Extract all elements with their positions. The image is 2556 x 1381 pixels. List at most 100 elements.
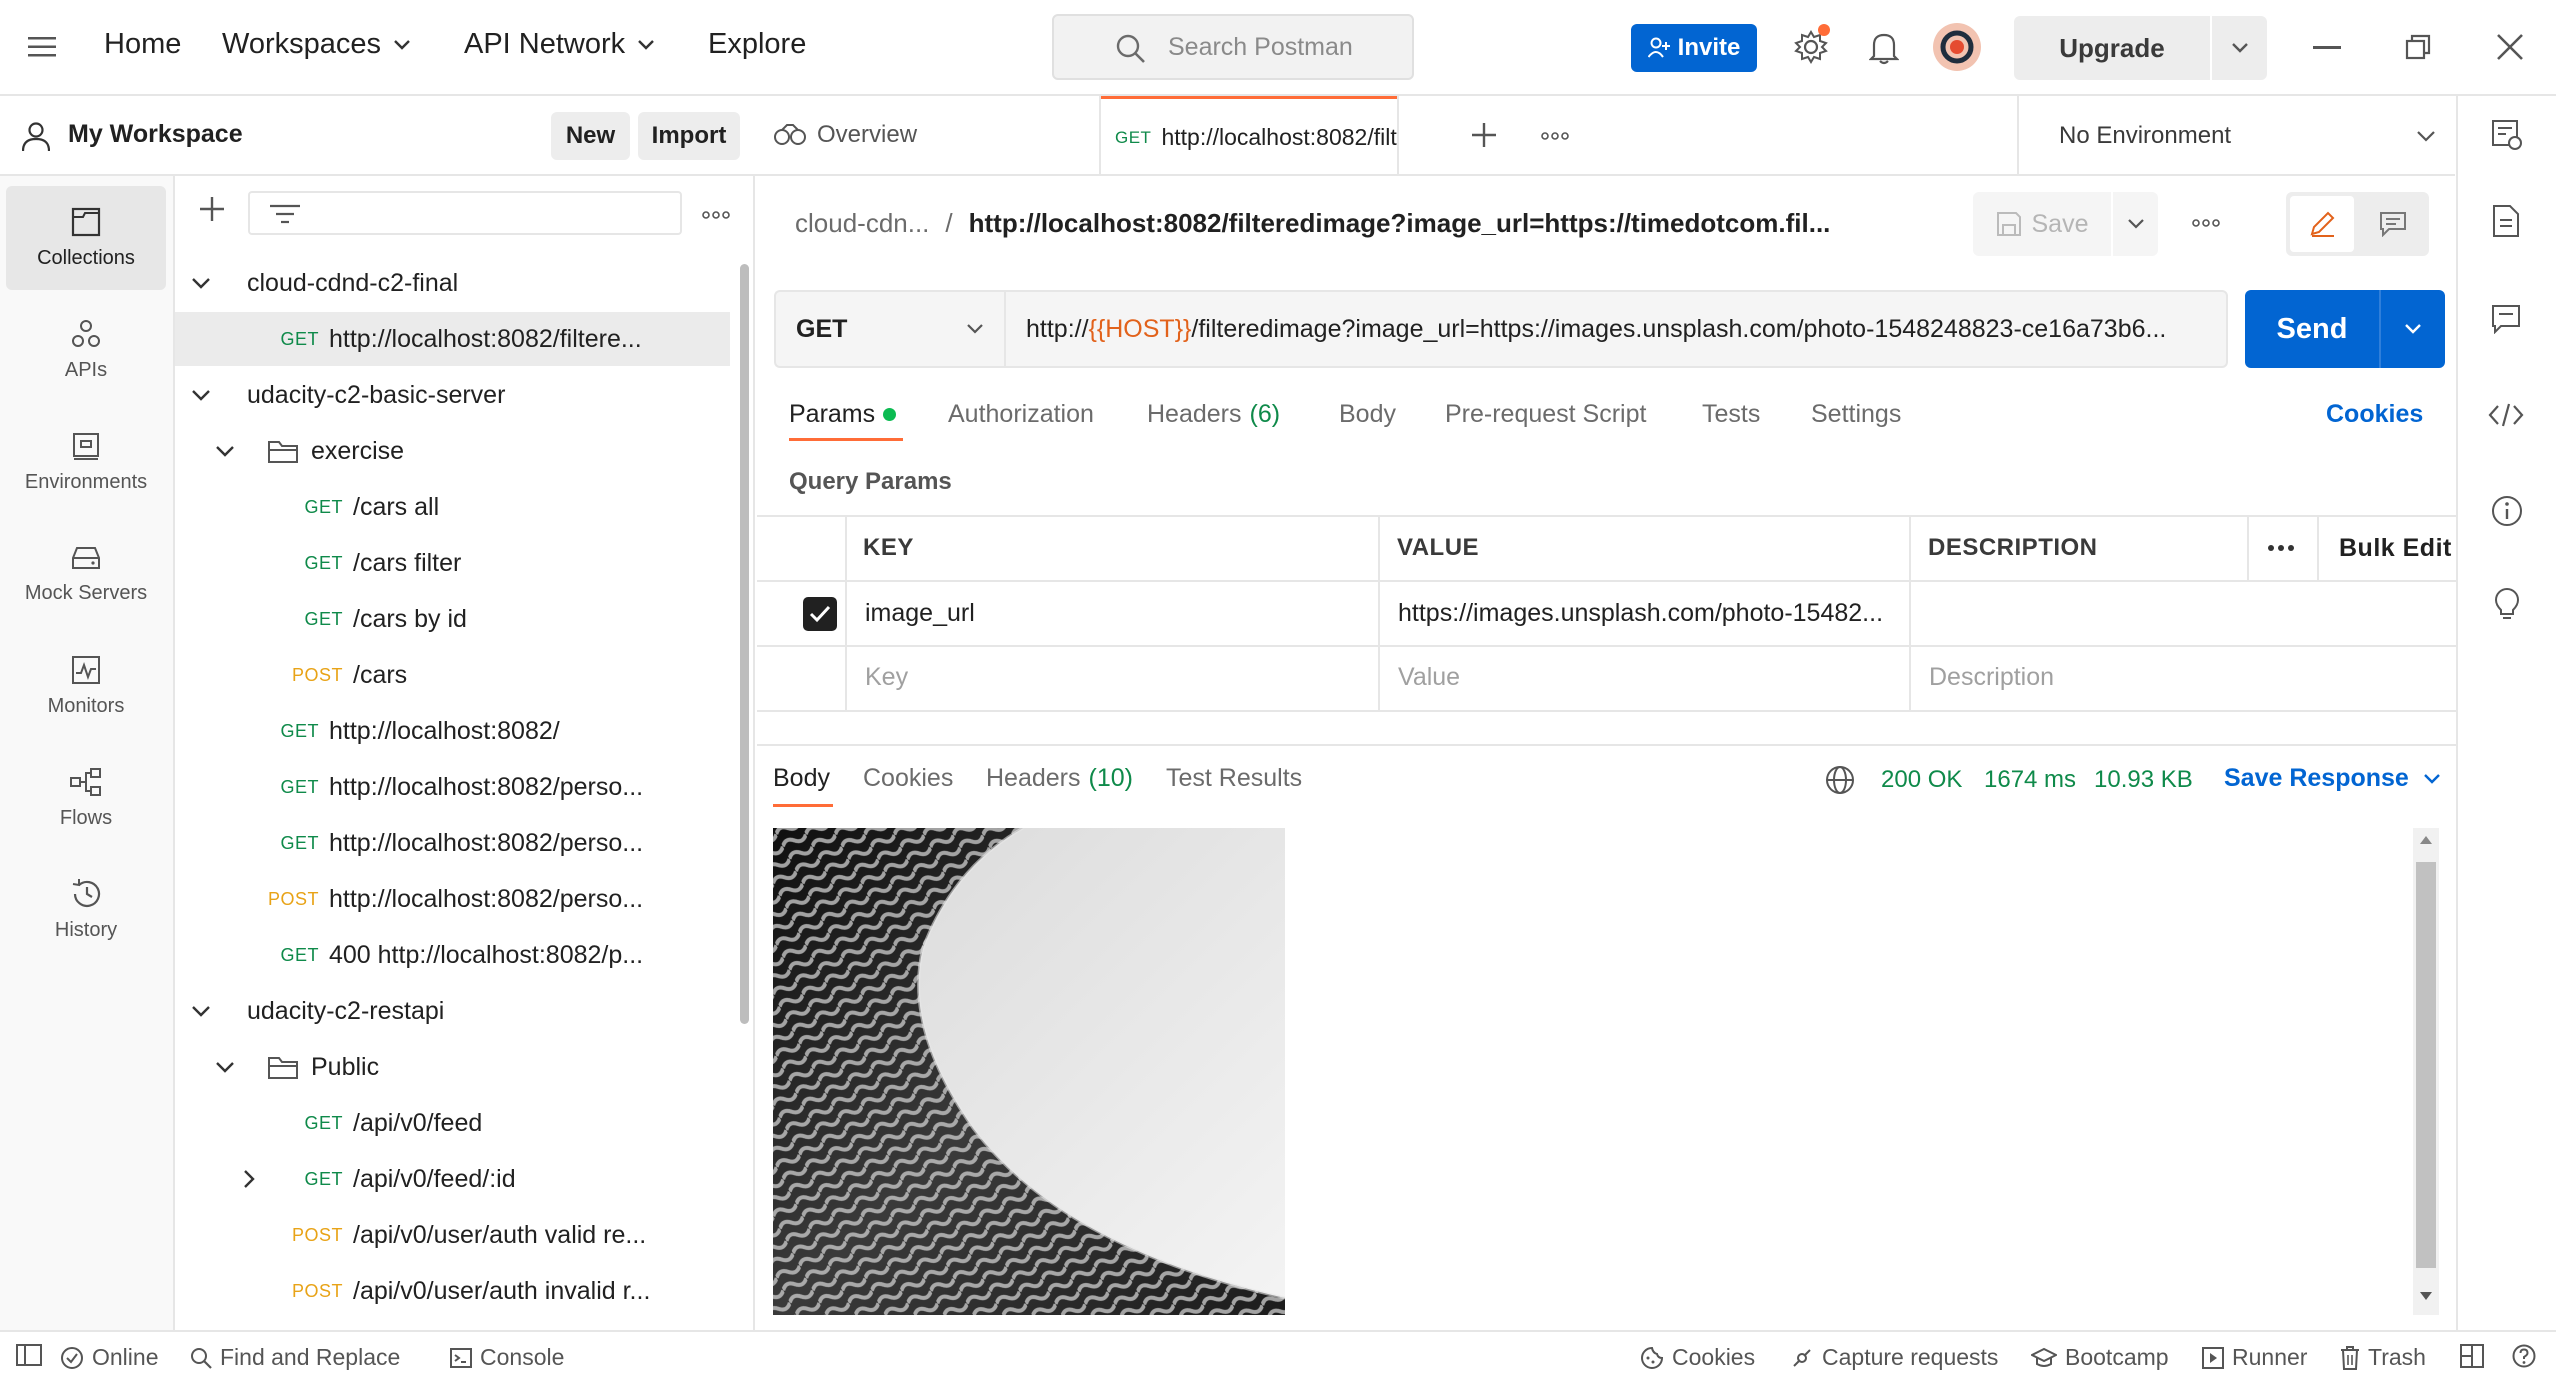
request-item[interactable]: GET /cars filter	[175, 536, 730, 590]
response-time[interactable]: 1674 ms	[1984, 766, 2076, 794]
chevron-down-icon[interactable]	[2212, 16, 2267, 80]
tab-pre-request-script[interactable]: Pre-request Script	[1445, 400, 1646, 429]
param-value-cell[interactable]: https://images.unsplash.com/photo-15482.…	[1398, 599, 1898, 628]
tab-overview[interactable]: Overview	[773, 96, 917, 174]
restore-window-icon[interactable]	[2405, 34, 2431, 60]
request-item[interactable]: GET http://localhost:8082/	[175, 704, 730, 758]
environment-quick-look-icon[interactable]	[2490, 118, 2524, 152]
lightbulb-icon[interactable]	[2494, 588, 2520, 622]
rail-mock-servers[interactable]: Mock Servers	[6, 522, 166, 626]
new-param-value-input[interactable]: Value	[1398, 663, 1460, 692]
request-title[interactable]: http://localhost:8082/filteredimage?imag…	[969, 208, 1831, 239]
nav-explore[interactable]: Explore	[708, 28, 806, 61]
breadcrumb-collection[interactable]: cloud-cdn...	[795, 208, 929, 239]
rail-history[interactable]: History	[6, 858, 166, 962]
search-input[interactable]: Search Postman	[1052, 14, 1414, 80]
more-options-icon[interactable]	[702, 211, 730, 219]
tab-options-icon[interactable]	[1541, 132, 1569, 140]
method-select[interactable]: GET	[774, 290, 1004, 368]
two-pane-view-icon[interactable]	[2460, 1344, 2484, 1368]
folder-item[interactable]: Public	[175, 1040, 730, 1094]
avatar[interactable]	[1932, 22, 1982, 72]
request-options-icon[interactable]	[2192, 219, 2220, 227]
new-button[interactable]: New	[551, 112, 630, 160]
tab-params[interactable]: Params	[789, 400, 897, 429]
comment-view-icon[interactable]	[2362, 196, 2424, 252]
response-tab-test-results[interactable]: Test Results	[1166, 764, 1302, 793]
sidebar-scrollbar[interactable]	[740, 264, 749, 1024]
save-button[interactable]: Save	[1973, 192, 2158, 256]
param-key-cell[interactable]: image_url	[865, 599, 1365, 628]
invite-button[interactable]: Invite	[1631, 24, 1757, 72]
online-status[interactable]: Online	[60, 1344, 158, 1371]
tab-headers[interactable]: Headers (6)	[1147, 400, 1280, 429]
rail-flows[interactable]: Flows	[6, 746, 166, 850]
tab-authorization[interactable]: Authorization	[948, 400, 1094, 429]
column-options-icon[interactable]	[2267, 544, 2295, 552]
notifications-bell-icon[interactable]	[1869, 31, 1899, 65]
response-status[interactable]: 200 OK	[1881, 766, 1962, 794]
documentation-icon[interactable]	[2492, 204, 2520, 238]
request-item[interactable]: GET /api/v0/feed/:id	[175, 1152, 730, 1206]
url-input[interactable]: http://{{HOST}}/filteredimage?image_url=…	[1004, 290, 2228, 368]
environment-select[interactable]: No Environment	[2017, 96, 2455, 176]
bulk-edit-button[interactable]: Bulk Edit	[2339, 534, 2452, 563]
toggle-sidebar-icon[interactable]	[16, 1344, 42, 1366]
new-param-key-input[interactable]: Key	[865, 663, 908, 692]
request-item[interactable]: GET http://localhost:8082/perso...	[175, 760, 730, 814]
request-item[interactable]: GET /api/v0/feed	[175, 1096, 730, 1150]
rail-monitors[interactable]: Monitors	[6, 634, 166, 738]
runner[interactable]: Runner	[2202, 1344, 2307, 1371]
new-tab-icon[interactable]	[1471, 122, 1497, 148]
globe-icon[interactable]	[1825, 765, 1855, 795]
new-param-description-input[interactable]: Description	[1929, 663, 2054, 692]
filter-collections-input[interactable]	[248, 191, 682, 235]
collection-item[interactable]: udacity-c2-restapi	[175, 984, 730, 1038]
import-button[interactable]: Import	[638, 112, 740, 160]
cookies-link[interactable]: Cookies	[2326, 400, 2423, 429]
find-and-replace[interactable]: Find and Replace	[190, 1344, 400, 1371]
request-item[interactable]: GET 400 http://localhost:8082/p...	[175, 928, 730, 982]
settings-gear-icon[interactable]	[1794, 24, 1830, 64]
request-item[interactable]: GET http://localhost:8082/filtere...	[175, 312, 730, 366]
response-tab-body[interactable]: Body	[773, 764, 830, 793]
capture-requests[interactable]: Capture requests	[1790, 1344, 1998, 1371]
rail-environments[interactable]: Environments	[6, 410, 166, 514]
tab-body[interactable]: Body	[1339, 400, 1396, 429]
comments-icon[interactable]	[2491, 304, 2521, 334]
param-checkbox[interactable]	[803, 597, 837, 631]
request-item[interactable]: GET /cars all	[175, 480, 730, 534]
status-cookies[interactable]: Cookies	[1640, 1344, 1755, 1371]
nav-api-network[interactable]: API Network	[464, 28, 655, 61]
response-tab-headers[interactable]: Headers (10)	[986, 764, 1133, 793]
code-icon[interactable]	[2488, 402, 2524, 428]
request-item[interactable]: POST /api/v0/user/auth invalid r...	[175, 1264, 730, 1318]
scrollbar-thumb[interactable]	[2416, 862, 2436, 1268]
tab-tests[interactable]: Tests	[1702, 400, 1760, 429]
folder-item[interactable]: exercise	[175, 424, 730, 478]
response-scrollbar[interactable]	[2413, 828, 2439, 1315]
scroll-up-icon[interactable]	[2420, 836, 2432, 844]
save-response-button[interactable]: Save Response	[2224, 764, 2441, 793]
request-item[interactable]: POST /api/v0/user/auth valid re...	[175, 1208, 730, 1262]
trash[interactable]: Trash	[2340, 1344, 2426, 1371]
upgrade-button[interactable]: Upgrade	[2014, 16, 2267, 80]
send-button[interactable]: Send	[2245, 290, 2445, 368]
nav-workspaces[interactable]: Workspaces	[222, 28, 411, 61]
console[interactable]: Console	[450, 1344, 564, 1371]
chevron-right-icon[interactable]	[223, 1169, 275, 1189]
nav-home[interactable]: Home	[104, 28, 181, 61]
collection-item[interactable]: cloud-cdnd-c2-final	[175, 256, 730, 310]
minimize-icon[interactable]	[2313, 46, 2341, 49]
request-item[interactable]: GET /cars by id	[175, 592, 730, 646]
collection-item[interactable]: udacity-c2-basic-server	[175, 368, 730, 422]
close-window-icon[interactable]	[2496, 33, 2524, 61]
response-tab-cookies[interactable]: Cookies	[863, 764, 953, 793]
tab-settings[interactable]: Settings	[1811, 400, 1901, 429]
request-item[interactable]: POST http://localhost:8082/perso...	[175, 872, 730, 926]
response-size[interactable]: 10.93 KB	[2094, 766, 2193, 794]
add-collection-icon[interactable]	[199, 196, 225, 222]
info-icon[interactable]	[2491, 495, 2523, 527]
request-item[interactable]: GET http://localhost:8082/perso...	[175, 816, 730, 870]
bootcamp[interactable]: Bootcamp	[2031, 1344, 2169, 1371]
